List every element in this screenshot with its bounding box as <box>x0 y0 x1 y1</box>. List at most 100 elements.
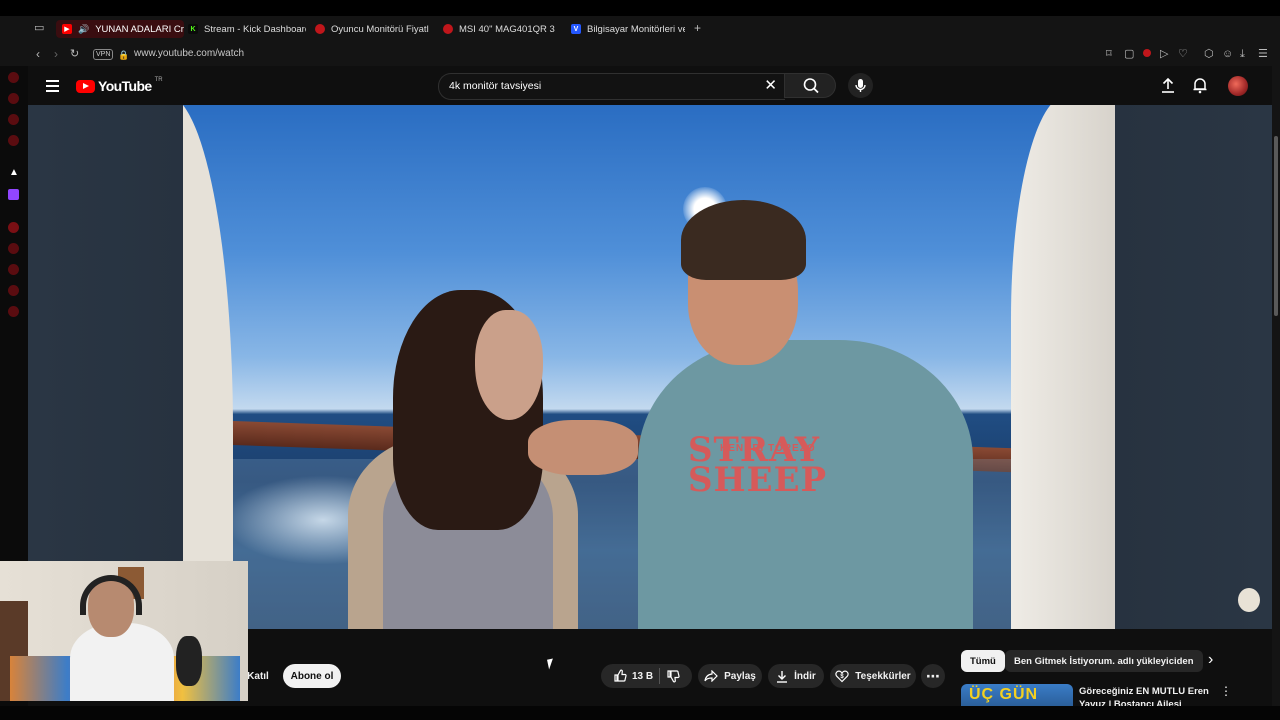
sidebar-arc-icon[interactable]: ▲ <box>9 167 19 178</box>
tab-msi[interactable]: MSI 40" MAG401QR 344 <box>443 20 555 38</box>
kick-icon: K <box>188 24 198 34</box>
share-button[interactable]: Paylaş <box>698 664 762 688</box>
webcam-streamer-shirt <box>70 623 174 701</box>
share-icon <box>704 670 718 682</box>
chips-next-icon[interactable]: › <box>1208 651 1213 669</box>
download-arrow-icon <box>777 670 788 683</box>
video-woman-face <box>475 310 543 420</box>
sidebar-app-icon[interactable] <box>8 93 19 104</box>
bookmark-icon[interactable]: ⌑ <box>1106 47 1112 61</box>
recommendation-thumbnail[interactable]: ÜÇ GÜN <box>961 684 1073 706</box>
window-top-strip <box>0 0 1280 16</box>
play-icon[interactable]: ▷ <box>1160 47 1168 61</box>
url-field[interactable]: www.youtube.com/watch <box>134 48 244 59</box>
sidebar-app-icon[interactable] <box>8 222 19 233</box>
like-separator <box>659 668 661 684</box>
upload-icon[interactable] <box>1160 76 1176 94</box>
shirt-print-text: STRAY SHEEP <box>688 430 828 500</box>
search-input[interactable]: 4k monitör tavsiyesi <box>449 80 541 92</box>
notifications-bell-icon[interactable] <box>1192 76 1208 94</box>
vpn-badge[interactable]: VPN <box>93 49 114 60</box>
like-count: 13 B <box>631 670 654 682</box>
youtube-header: YouTube TR 4k monitör tavsiyesi ✕ <box>28 66 1272 105</box>
search-box[interactable]: 4k monitör tavsiyesi ✕ <box>438 73 785 100</box>
tab-bilgisayar-monitor[interactable]: V Bilgisayar Monitörleri ve L <box>571 20 685 38</box>
scrollbar-thumb[interactable] <box>1274 136 1278 316</box>
chip-uploader-label: Ben Gitmek İstiyorum. adlı yükleyiciden <box>1014 655 1194 667</box>
sidebar-app-icon[interactable] <box>8 243 19 254</box>
video-ship-frame-right <box>1011 105 1115 629</box>
video-player[interactable]: KENDRI TOREZO STRAY SHEEP <box>183 105 1115 629</box>
forward-icon[interactable]: › <box>54 47 58 61</box>
tab-label: YUNAN ADALARI Cru <box>95 23 184 35</box>
subscribe-button[interactable]: Abone ol <box>283 664 341 688</box>
new-tab-button[interactable]: + <box>694 21 701 35</box>
thumbnail-text: ÜÇ GÜN <box>969 686 1039 703</box>
super-thanks-icon: $ <box>835 670 849 683</box>
tab-label: MSI 40" MAG401QR 344 <box>459 23 555 35</box>
thumbs-up-icon <box>614 669 627 682</box>
sidebar-app-icon[interactable] <box>8 285 19 296</box>
tab-overview-icon[interactable]: ▭ <box>34 21 44 35</box>
tab-label: Stream - Kick Dashboard <box>204 23 306 35</box>
heart-icon[interactable]: ♡ <box>1178 47 1188 61</box>
thanks-button[interactable]: $ Teşekkürler <box>830 664 916 688</box>
tab-label: Bilgisayar Monitörleri ve L <box>587 23 685 35</box>
snapshot-icon[interactable]: ▢ <box>1124 47 1134 61</box>
sidebar-app-icon[interactable] <box>8 72 19 83</box>
join-label: Katıl <box>247 670 269 682</box>
account-avatar[interactable] <box>1228 76 1248 96</box>
like-dislike-group: 13 B <box>601 664 692 688</box>
chip-uploader[interactable]: Ben Gitmek İstiyorum. adlı yükleyiciden <box>1005 650 1203 672</box>
download-button[interactable]: İndir <box>768 664 824 688</box>
download-label: İndir <box>794 670 816 682</box>
tab-youtube[interactable]: ▶ 🔊 YUNAN ADALARI Cru <box>56 20 184 38</box>
audio-playing-icon: 🔊 <box>78 23 90 34</box>
tab-label: Oyuncu Monitörü Fiyatları <box>331 23 429 35</box>
tab-oyuncu-monitor[interactable]: Oyuncu Monitörü Fiyatları <box>315 20 429 38</box>
video-hands <box>528 420 638 475</box>
search-icon <box>803 78 819 94</box>
v-icon: V <box>571 24 581 34</box>
chip-all-label: Tümü <box>970 655 996 667</box>
youtube-play-icon <box>76 79 95 93</box>
dog-sticker-icon <box>1238 588 1260 612</box>
msi-icon <box>443 24 453 34</box>
download-icon[interactable]: ⤓ <box>1240 47 1245 61</box>
recommendation-menu-icon[interactable]: ⋮ <box>1220 684 1232 698</box>
sidebar-app-icon[interactable] <box>8 114 19 125</box>
window-bottom-strip <box>0 706 1280 720</box>
record-icon[interactable] <box>1143 49 1151 57</box>
hamburger-menu-icon[interactable] <box>46 80 59 92</box>
browser-tab-bar: ▭ ▶ 🔊 YUNAN ADALARI Cru K Stream - Kick … <box>0 16 1280 42</box>
subscribe-label: Abone ol <box>290 670 334 682</box>
microphone-icon <box>855 79 866 92</box>
video-man-hair <box>681 200 806 280</box>
back-icon[interactable]: ‹ <box>36 47 40 61</box>
country-code: TR <box>154 77 163 83</box>
menu-icon[interactable]: ☰ <box>1258 47 1268 61</box>
like-button[interactable]: 13 B <box>613 669 653 683</box>
more-actions-icon: ⋯ <box>926 667 940 684</box>
tab-kick[interactable]: K Stream - Kick Dashboard <box>188 20 306 38</box>
thumbs-down-icon[interactable] <box>666 669 680 683</box>
video-ship-frame-left <box>183 105 233 629</box>
chip-all[interactable]: Tümü <box>961 650 1005 672</box>
share-label: Paylaş <box>724 670 756 682</box>
sidebar-app-icon[interactable] <box>8 264 19 275</box>
voice-search-button[interactable] <box>848 73 873 98</box>
youtube-icon: ▶ <box>62 24 72 34</box>
clear-search-icon[interactable]: ✕ <box>764 77 777 95</box>
sidebar-app-icon[interactable] <box>8 135 19 146</box>
twitch-icon[interactable] <box>8 189 19 200</box>
youtube-logo[interactable]: YouTube TR <box>76 77 163 94</box>
extensions-icon[interactable]: ⬡ <box>1204 47 1214 61</box>
page-scrollbar[interactable] <box>1272 66 1280 720</box>
reload-icon[interactable]: ↻ <box>70 47 79 61</box>
sidebar-app-icon[interactable] <box>8 306 19 317</box>
profile-icon[interactable]: ☺ <box>1222 47 1233 61</box>
more-actions-button[interactable]: ⋯ <box>921 664 945 688</box>
search-button[interactable] <box>784 73 836 98</box>
lock-icon[interactable]: 🔒 <box>118 48 129 62</box>
thanks-label: Teşekkürler <box>855 670 911 682</box>
